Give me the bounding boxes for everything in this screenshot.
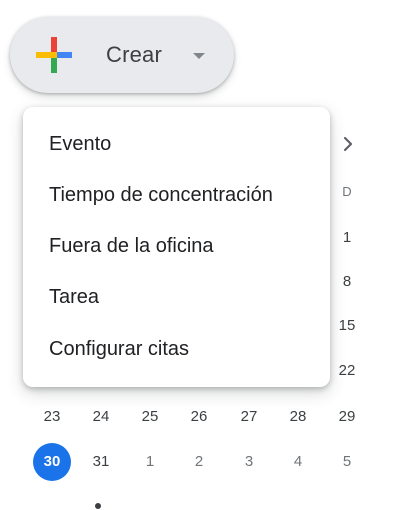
- calendar-day[interactable]: 27: [231, 405, 267, 429]
- menu-item-tiempo-de-concentracion[interactable]: Tiempo de concentración: [23, 171, 330, 219]
- create-menu: Evento Tiempo de concentración Fuera de …: [23, 107, 330, 387]
- chevron-right-icon[interactable]: [338, 134, 358, 154]
- create-button-label: Crear: [106, 42, 163, 67]
- create-button[interactable]: Crear: [10, 17, 234, 93]
- calendar-day-today[interactable]: 30: [33, 443, 71, 481]
- calendar-day[interactable]: 3: [231, 450, 267, 474]
- calendar-day[interactable]: 1: [132, 450, 168, 474]
- calendar-day[interactable]: 4: [280, 450, 316, 474]
- google-plus-icon: [36, 37, 72, 73]
- calendar-day[interactable]: 5: [329, 450, 365, 474]
- calendar-app: D 1 8 15 22 23 24 25 26 27 28 29 30 31 1…: [0, 0, 402, 510]
- calendar-day[interactable]: 26: [181, 405, 217, 429]
- calendar-day[interactable]: 24: [83, 405, 119, 429]
- menu-item-fuera-de-la-oficina[interactable]: Fuera de la oficina: [23, 222, 330, 270]
- calendar-day[interactable]: 25: [132, 405, 168, 429]
- weekday-header-sunday: D: [342, 184, 352, 199]
- menu-item-tarea[interactable]: Tarea: [23, 273, 330, 321]
- calendar-day[interactable]: 1: [329, 226, 365, 250]
- calendar-day[interactable]: 15: [329, 314, 365, 338]
- calendar-day[interactable]: 22: [329, 359, 365, 383]
- calendar-day[interactable]: 29: [329, 405, 365, 429]
- calendar-day[interactable]: 8: [329, 270, 365, 294]
- menu-item-evento[interactable]: Evento: [23, 120, 330, 168]
- calendar-day[interactable]: 23: [34, 405, 70, 429]
- calendar-day[interactable]: 2: [181, 450, 217, 474]
- calendar-day[interactable]: 28: [280, 405, 316, 429]
- caret-down-icon: [193, 53, 205, 59]
- clipped-content-fragment: [95, 503, 101, 509]
- calendar-day[interactable]: 31: [83, 450, 119, 474]
- menu-item-configurar-citas[interactable]: Configurar citas: [23, 325, 330, 373]
